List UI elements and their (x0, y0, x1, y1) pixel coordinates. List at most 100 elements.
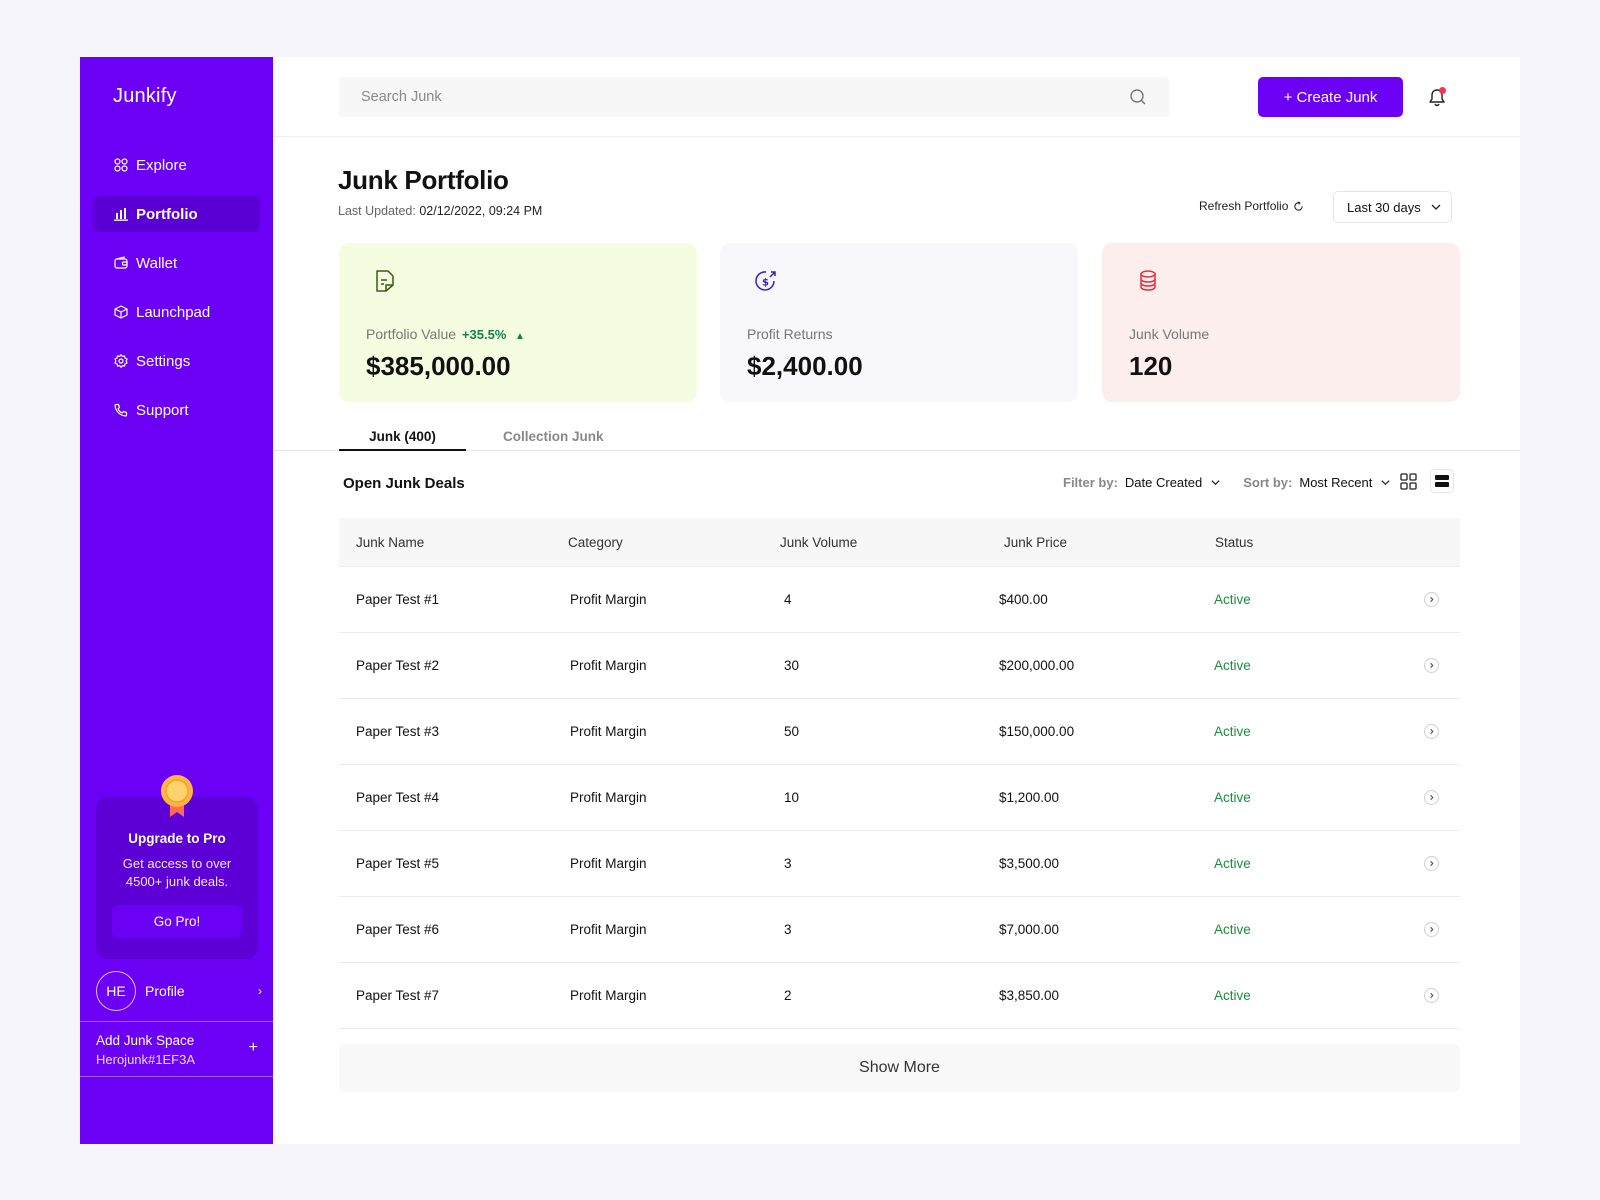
card-value: 120 (1129, 351, 1173, 381)
grid-view-toggle[interactable] (1397, 470, 1419, 492)
status-cell: Active (1214, 658, 1251, 673)
price-cell: $3,500.00 (999, 856, 1060, 871)
go-pro-button[interactable]: Go Pro! (112, 905, 242, 938)
filter-select[interactable]: Date Created (1125, 475, 1221, 490)
category-cell: Profit Margin (570, 922, 647, 937)
chevron-right-icon[interactable] (1424, 658, 1439, 673)
grid-icon (114, 158, 128, 172)
avatar: HE (96, 971, 136, 1011)
status-cell: Active (1214, 592, 1251, 607)
sidebar-nav: Explore Portfolio Wallet Launchpad Setti… (94, 147, 260, 441)
volume-cell: 3 (784, 856, 792, 871)
chevron-down-icon (1211, 480, 1220, 486)
brand-logo[interactable]: Junkify (113, 85, 177, 108)
sidebar-item-wallet[interactable]: Wallet (94, 245, 260, 281)
category-cell: Profit Margin (570, 658, 647, 673)
status-cell: Active (1214, 988, 1251, 1003)
junk-name-cell: Paper Test #6 (356, 922, 440, 937)
table-row[interactable]: Paper Test #5 Profit Margin 3 $3,500.00 Acti… (339, 831, 1460, 897)
volume-cell: 10 (784, 790, 800, 805)
show-more-button[interactable]: Show More (339, 1044, 1460, 1092)
sidebar-item-label: Portfolio (136, 205, 198, 223)
column-header[interactable]: Junk Name (356, 535, 424, 550)
chevron-right-icon[interactable] (1424, 724, 1439, 739)
medal-icon (161, 775, 193, 817)
tab-collection-junk[interactable]: Collection Junk (503, 429, 604, 444)
wallet-icon (114, 256, 128, 270)
junk-volume-card: Junk Volume 120 (1102, 243, 1460, 402)
status-cell: Active (1214, 856, 1251, 871)
sidebar-item-settings[interactable]: Settings (94, 343, 260, 379)
column-header[interactable]: Status (1215, 535, 1253, 550)
tab-bar: Junk (400) Collection Junk (273, 419, 1520, 451)
junk-name-cell: Paper Test #5 (356, 856, 440, 871)
volume-cell: 30 (784, 658, 800, 673)
chevron-right-icon[interactable] (1424, 790, 1439, 805)
table-row[interactable]: Paper Test #7 Profit Margin 2 $3,850.00 Acti… (339, 963, 1460, 1029)
profile-label: Profile (145, 983, 185, 999)
search-input[interactable] (361, 89, 1129, 105)
table-row[interactable]: Paper Test #4 Profit Margin 10 $1,200.00 Act… (339, 765, 1460, 831)
volume-cell: 3 (784, 922, 792, 937)
status-cell: Active (1214, 790, 1251, 805)
table-row[interactable]: Paper Test #6 Profit Margin 3 $7,000.00 Acti… (339, 897, 1460, 963)
category-cell: Profit Margin (570, 856, 647, 871)
refresh-label: Refresh Portfolio (1199, 199, 1289, 213)
column-header[interactable]: Junk Price (1004, 535, 1067, 550)
sort-value: Most Recent (1299, 475, 1373, 490)
list-view-toggle[interactable] (1430, 469, 1454, 493)
table-row[interactable]: Paper Test #3 Profit Margin 50 $150,000.00 A… (339, 699, 1460, 765)
category-cell: Profit Margin (570, 592, 647, 607)
sidebar-item-portfolio[interactable]: Portfolio (94, 196, 260, 232)
sidebar-item-label: Launchpad (136, 303, 211, 321)
volume-cell: 50 (784, 724, 800, 739)
column-header[interactable]: Category (568, 535, 623, 550)
sidebar-item-label: Settings (136, 352, 191, 370)
last-updated: Last Updated: 02/12/2022, 09:24 PM (338, 204, 542, 218)
junk-name-cell: Paper Test #2 (356, 658, 440, 673)
list-view-icon (1435, 475, 1449, 487)
gear-icon (114, 354, 128, 368)
column-header[interactable]: Junk Volume (780, 535, 857, 550)
bar-chart-icon (114, 207, 128, 221)
chevron-right-icon[interactable] (1424, 856, 1439, 871)
card-label: Profit Returns (747, 326, 833, 342)
grid-view-icon (1399, 472, 1417, 490)
card-value: $2,400.00 (747, 351, 863, 381)
price-cell: $200,000.00 (999, 658, 1075, 673)
delta-badge: +35.5% (461, 327, 507, 342)
create-junk-button[interactable]: + Create Junk (1258, 77, 1403, 117)
price-cell: $150,000.00 (999, 724, 1075, 739)
sidebar-item-support[interactable]: Support (94, 392, 260, 428)
tab-junk[interactable]: Junk (400) (339, 429, 466, 451)
volume-cell: 2 (784, 988, 792, 1003)
filter-sort-bar: Filter by: Date Created Sort by: Most Re… (1063, 475, 1391, 490)
refresh-icon (1294, 200, 1304, 211)
divider (80, 1076, 273, 1077)
table-row[interactable]: Paper Test #1 Profit Margin 4 $400.00 Active (339, 567, 1460, 633)
chevron-down-icon (1381, 480, 1390, 486)
table-row[interactable]: Paper Test #2 Profit Margin 30 $200,000.00 A… (339, 633, 1460, 699)
search-bar (339, 77, 1169, 117)
chevron-right-icon[interactable] (1424, 988, 1439, 1003)
promo-title: Upgrade to Pro (128, 831, 226, 846)
card-label-text: Portfolio Value (366, 326, 457, 342)
deals-table: Junk Name Category Junk Volume Junk Pric… (339, 518, 1460, 1029)
profile-link[interactable]: HE Profile › (96, 971, 262, 1011)
promo-text: Get access to over 4500+ junk deals. (122, 856, 232, 889)
category-cell: Profit Margin (570, 790, 647, 805)
chevron-right-icon[interactable] (1424, 922, 1439, 937)
date-range-select[interactable]: Last 30 days (1333, 191, 1452, 223)
card-label: Junk Volume (1129, 326, 1210, 342)
filter-label: Filter by: (1063, 475, 1118, 490)
add-junk-space-button[interactable]: Add Junk Space Herojunk#1EF3A + (96, 1033, 262, 1067)
card-value: $385,000.00 (366, 351, 511, 381)
search-icon[interactable] (1129, 88, 1147, 106)
sort-select[interactable]: Most Recent (1299, 475, 1391, 490)
chevron-right-icon[interactable] (1424, 592, 1439, 607)
refresh-portfolio-button[interactable]: Refresh Portfolio (1199, 199, 1304, 213)
app-window: Junkify Explore Portfolio Wallet Launchp… (80, 57, 1520, 1144)
sidebar-item-explore[interactable]: Explore (94, 147, 260, 183)
volume-cell: 4 (784, 592, 792, 607)
sidebar-item-launchpad[interactable]: Launchpad (94, 294, 260, 330)
